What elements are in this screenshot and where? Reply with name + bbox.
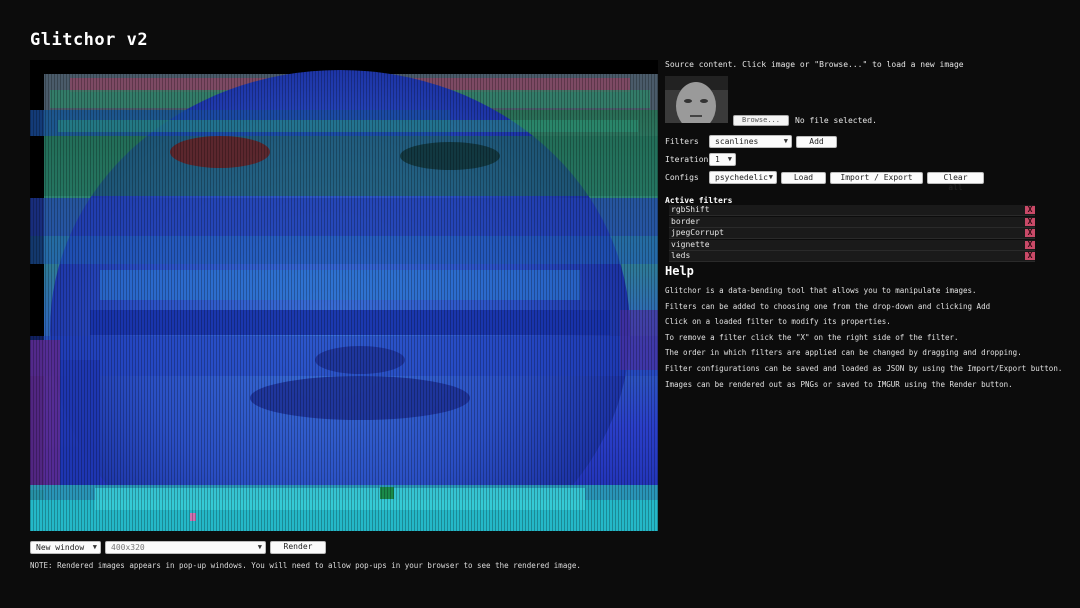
clear-all-button[interactable]: Clear all bbox=[927, 171, 984, 192]
help-line: To remove a filter click the "X" on the … bbox=[665, 332, 959, 342]
filters-label: Filters bbox=[665, 137, 699, 146]
configs-label: Configs bbox=[665, 173, 699, 182]
filter-select-value: scanlines bbox=[715, 137, 759, 146]
filters-row: Filters scanlines ▼ Add bbox=[665, 135, 837, 148]
iterations-select-value: 1 bbox=[715, 155, 720, 164]
help-line: Filters can be added to choosing one fro… bbox=[665, 301, 991, 311]
filter-name: rgbShift bbox=[671, 205, 710, 214]
filter-name: vignette bbox=[671, 239, 710, 249]
filter-name: jpegCorrupt bbox=[671, 228, 724, 237]
active-filter-item[interactable]: rgbShift X bbox=[669, 205, 1035, 216]
render-controls: New window ▼ 400x320 ▼ Render bbox=[30, 541, 326, 554]
remove-filter-icon[interactable]: X bbox=[1025, 229, 1035, 237]
remove-filter-icon[interactable]: X bbox=[1025, 252, 1035, 260]
help-line: Images can be rendered out as PNGs or sa… bbox=[665, 379, 1013, 389]
load-config-button[interactable]: Load bbox=[781, 171, 826, 184]
active-filter-item[interactable]: vignette X bbox=[669, 239, 1035, 251]
filter-name: border bbox=[671, 216, 700, 226]
help-text: Glitchor is a data-bending tool that all… bbox=[665, 286, 1062, 395]
active-filter-item[interactable]: border X bbox=[669, 216, 1035, 228]
iterations-label: Iterations bbox=[665, 155, 714, 164]
glitched-image[interactable] bbox=[30, 60, 658, 531]
help-line: Filter configurations can be saved and l… bbox=[665, 363, 1063, 373]
help-line: Click on a loaded filter to modify its p… bbox=[665, 317, 891, 327]
popup-note: NOTE: Rendered images appears in pop-up … bbox=[30, 561, 581, 570]
import-export-button[interactable]: Import / Export bbox=[830, 171, 923, 184]
help-title: Help bbox=[665, 264, 694, 278]
active-filters-list: rgbShift X border X jpegCorrupt X vignet… bbox=[669, 205, 1035, 263]
configs-row: Configs psychedelic ▼ Load Import / Expo… bbox=[665, 171, 984, 192]
size-select[interactable]: 400x320 ▼ bbox=[105, 541, 266, 554]
active-filter-item[interactable]: leds X bbox=[669, 251, 1035, 262]
chevron-down-icon: ▼ bbox=[768, 173, 773, 181]
file-picker: Browse... No file selected. bbox=[733, 115, 877, 126]
app-title: Glitchor v2 bbox=[30, 30, 149, 50]
face-thumbnail-icon bbox=[665, 76, 728, 123]
remove-filter-icon[interactable]: X bbox=[1025, 217, 1035, 226]
active-filters-title: Active filters bbox=[665, 196, 733, 205]
filter-name: leds bbox=[671, 251, 691, 260]
config-select[interactable]: psychedelic ▼ bbox=[709, 171, 777, 184]
window-select[interactable]: New window ▼ bbox=[30, 541, 101, 554]
source-label: Source content. Click image or "Browse..… bbox=[665, 60, 964, 69]
chevron-down-icon: ▼ bbox=[783, 137, 788, 145]
help-line: The order in which filters are applied c… bbox=[665, 348, 1022, 358]
source-thumbnail[interactable] bbox=[665, 76, 728, 123]
browse-button[interactable]: Browse... bbox=[733, 115, 789, 126]
iterations-select[interactable]: 1 ▼ bbox=[709, 153, 736, 166]
chevron-down-icon: ▼ bbox=[257, 543, 262, 551]
remove-filter-icon[interactable]: X bbox=[1025, 206, 1035, 214]
render-button[interactable]: Render bbox=[270, 541, 326, 554]
size-select-value: 400x320 bbox=[111, 543, 145, 552]
chevron-down-icon: ▼ bbox=[92, 543, 97, 551]
file-status: No file selected. bbox=[795, 116, 877, 125]
filter-select[interactable]: scanlines ▼ bbox=[709, 135, 792, 148]
remove-filter-icon[interactable]: X bbox=[1025, 240, 1035, 249]
chevron-down-icon: ▼ bbox=[727, 155, 732, 163]
config-select-value: psychedelic bbox=[715, 173, 768, 182]
iterations-row: Iterations 1 ▼ bbox=[665, 153, 736, 166]
output-canvas[interactable] bbox=[30, 60, 658, 531]
active-filter-item[interactable]: jpegCorrupt X bbox=[669, 228, 1035, 239]
help-line: Glitchor is a data-bending tool that all… bbox=[665, 286, 977, 295]
add-filter-button[interactable]: Add bbox=[796, 135, 837, 148]
window-select-value: New window bbox=[36, 543, 85, 552]
